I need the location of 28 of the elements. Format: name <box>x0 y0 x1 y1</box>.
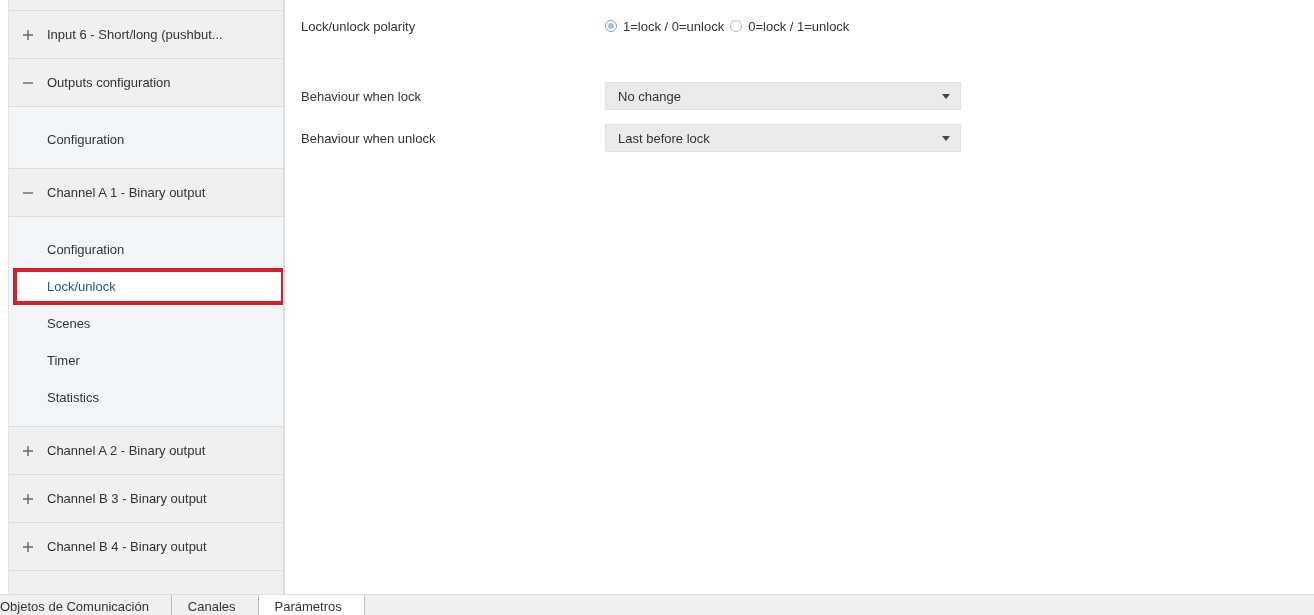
parameter-label: Behaviour when unlock <box>301 130 437 146</box>
tab[interactable]: Parámetros <box>258 595 365 615</box>
group-label: Channel A 1 - Binary output <box>47 185 206 200</box>
radio-label[interactable]: 0=lock / 1=unlock <box>748 18 850 34</box>
caret-icon <box>942 93 950 99</box>
tree-item[interactable]: Statistics <box>9 379 283 416</box>
plus-icon[interactable] <box>21 445 35 456</box>
group-label: Outputs configuration <box>47 75 171 90</box>
group-label: Channel B 3 - Binary output <box>47 491 207 506</box>
plus-icon[interactable] <box>21 493 35 504</box>
dropdown[interactable]: No change <box>605 82 961 110</box>
tree-item[interactable]: Scenes <box>9 305 283 342</box>
tab[interactable]: Objetos de Comunicación <box>0 595 172 615</box>
radio-button[interactable] <box>730 20 743 32</box>
plus-icon[interactable] <box>21 29 35 40</box>
group-label: Channel B 4 - Binary output <box>47 539 207 554</box>
tree-item[interactable]: Configuration <box>9 231 283 268</box>
group-label: Channel A 2 - Binary output <box>47 443 206 458</box>
radio-label[interactable]: 1=lock / 0=unlock <box>623 18 725 34</box>
caret-icon <box>942 135 950 141</box>
group-label: Input 6 - Short/long (pushbut... <box>47 27 223 42</box>
tree-item[interactable]: Timer <box>9 342 283 379</box>
dropdown[interactable]: Last before lock <box>605 124 961 152</box>
parameter-label: Behaviour when lock <box>301 88 422 104</box>
plus-icon[interactable] <box>21 541 35 552</box>
parameter-label: Lock/unlock polarity <box>301 18 417 34</box>
tree-item[interactable]: Lock/unlock <box>13 268 283 305</box>
radio-button[interactable] <box>605 20 617 32</box>
